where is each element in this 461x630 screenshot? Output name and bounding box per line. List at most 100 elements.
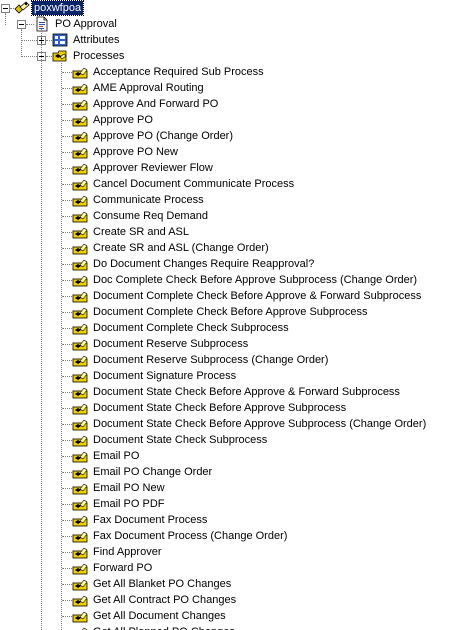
process-item[interactable]: Get All Document Changes	[0, 608, 461, 624]
process-item-label[interactable]: Do Document Changes Require Reapproval?	[91, 257, 316, 271]
process-item-label[interactable]: Document State Check Before Approve Subp…	[91, 417, 428, 431]
process-item-label[interactable]: Fax Document Process	[91, 513, 209, 527]
collapse-toggle-root[interactable]	[1, 4, 10, 13]
process-item[interactable]: Email PO New	[0, 480, 461, 496]
process-item[interactable]: Email PO Change Order	[0, 464, 461, 480]
tree-node-item-type[interactable]: PO Approval	[0, 16, 461, 32]
process-item[interactable]: AME Approval Routing	[0, 80, 461, 96]
tree-line-process-branch	[62, 584, 72, 585]
tree-node-processes[interactable]: Processes	[0, 48, 461, 64]
process-item[interactable]: Doc Complete Check Before Approve Subpro…	[0, 272, 461, 288]
tree-line-process-branch	[62, 360, 72, 361]
process-item-label[interactable]: Document Complete Check Subprocess	[91, 321, 291, 335]
process-item-label[interactable]: Acceptance Required Sub Process	[91, 65, 266, 79]
process-item-label[interactable]: Cancel Document Communicate Process	[91, 177, 296, 191]
process-item-label[interactable]: Create SR and ASL	[91, 225, 191, 239]
tree-node-attributes-label[interactable]: Attributes	[71, 33, 121, 47]
process-item[interactable]: Email PO PDF	[0, 496, 461, 512]
process-item-label[interactable]: Doc Complete Check Before Approve Subpro…	[91, 273, 419, 287]
process-icon	[72, 304, 88, 320]
process-item-label[interactable]: Approver Reviewer Flow	[91, 161, 215, 175]
process-item[interactable]: Document Complete Check Before Approve S…	[0, 304, 461, 320]
process-icon	[72, 96, 88, 112]
process-item-label[interactable]: Document Complete Check Before Approve S…	[91, 305, 370, 319]
tree-node-item-type-label[interactable]: PO Approval	[53, 17, 119, 31]
process-item-label[interactable]: Approve PO (Change Order)	[91, 129, 235, 143]
process-item[interactable]: Acceptance Required Sub Process	[0, 64, 461, 80]
process-item-label[interactable]: Get All Document Changes	[91, 609, 228, 623]
process-item-label[interactable]: Email PO	[91, 449, 141, 463]
process-item[interactable]: Create SR and ASL	[0, 224, 461, 240]
process-item-label[interactable]: Get All Contract PO Changes	[91, 593, 238, 607]
process-item[interactable]: Approver Reviewer Flow	[0, 160, 461, 176]
tree-line-process-branch	[62, 200, 72, 201]
process-item[interactable]: Document State Check Before Approve & Fo…	[0, 384, 461, 400]
process-item[interactable]: Fax Document Process (Change Order)	[0, 528, 461, 544]
process-item-label[interactable]: Create SR and ASL (Change Order)	[91, 241, 271, 255]
process-item-label[interactable]: Approve PO New	[91, 145, 180, 159]
tree-line-process-branch	[62, 472, 72, 473]
process-item-label[interactable]: Document Reserve Subprocess	[91, 337, 250, 351]
process-item[interactable]: Find Approver	[0, 544, 461, 560]
tree-node-processes-label[interactable]: Processes	[71, 49, 126, 63]
tree-line-process-branch	[62, 328, 72, 329]
process-item-label[interactable]: Get All Blanket PO Changes	[91, 577, 233, 591]
process-item[interactable]: Document Signature Process	[0, 368, 461, 384]
process-item-label[interactable]: Email PO PDF	[91, 497, 167, 511]
process-icon	[72, 384, 88, 400]
process-item[interactable]: Get All Planned PO Changes	[0, 624, 461, 630]
process-item-label[interactable]: Forward PO	[91, 561, 154, 575]
process-item[interactable]: Document Complete Check Subprocess	[0, 320, 461, 336]
process-item[interactable]: Document State Check Subprocess	[0, 432, 461, 448]
collapse-toggle-item-type[interactable]	[17, 20, 26, 29]
tree-line-process-branch	[62, 232, 72, 233]
process-item-label[interactable]: Find Approver	[91, 545, 163, 559]
process-item-label[interactable]: Consume Req Demand	[91, 209, 210, 223]
process-item-label[interactable]: Communicate Process	[91, 193, 206, 207]
process-item-label[interactable]: Approve And Forward PO	[91, 97, 220, 111]
process-item-label[interactable]: Document State Check Before Approve & Fo…	[91, 385, 402, 399]
process-item[interactable]: Consume Req Demand	[0, 208, 461, 224]
process-item[interactable]: Create SR and ASL (Change Order)	[0, 240, 461, 256]
process-item-label[interactable]: Fax Document Process (Change Order)	[91, 529, 289, 543]
process-icon	[72, 432, 88, 448]
process-item[interactable]: Approve PO (Change Order)	[0, 128, 461, 144]
process-item[interactable]: Document Reserve Subprocess	[0, 336, 461, 352]
process-item[interactable]: Get All Blanket PO Changes	[0, 576, 461, 592]
process-item-label[interactable]: Document Complete Check Before Approve &…	[91, 289, 423, 303]
tree-node-root-label[interactable]: poxwfpoa	[30, 0, 85, 16]
process-item[interactable]: Document State Check Before Approve Subp…	[0, 400, 461, 416]
process-icon	[72, 112, 88, 128]
process-item-label[interactable]: AME Approval Routing	[91, 81, 206, 95]
process-item[interactable]: Approve PO New	[0, 144, 461, 160]
process-item-label[interactable]: Document Reserve Subprocess (Change Orde…	[91, 353, 330, 367]
process-item[interactable]: Document Complete Check Before Approve &…	[0, 288, 461, 304]
process-item[interactable]: Approve PO	[0, 112, 461, 128]
process-item-label[interactable]: Document State Check Subprocess	[91, 433, 269, 447]
process-item-label[interactable]: Document Signature Process	[91, 369, 238, 383]
tree-node-root[interactable]: poxwfpoa	[0, 0, 461, 16]
process-item[interactable]: Approve And Forward PO	[0, 96, 461, 112]
process-item[interactable]: Document State Check Before Approve Subp…	[0, 416, 461, 432]
tree-line-process-branch	[62, 120, 72, 121]
process-item[interactable]: Forward PO	[0, 560, 461, 576]
process-item[interactable]: Fax Document Process	[0, 512, 461, 528]
process-item-label[interactable]: Approve PO	[91, 113, 155, 127]
tree-node-attributes[interactable]: Attributes	[0, 32, 461, 48]
workflow-tree-view[interactable]: poxwfpoa PO Approval Attributes Processe…	[0, 0, 461, 630]
process-item[interactable]: Cancel Document Communicate Process	[0, 176, 461, 192]
process-icon	[72, 400, 88, 416]
process-item-label[interactable]: Get All Planned PO Changes	[91, 625, 237, 630]
process-item-label[interactable]: Email PO Change Order	[91, 465, 214, 479]
process-icon	[72, 160, 88, 176]
process-item[interactable]: Document Reserve Subprocess (Change Orde…	[0, 352, 461, 368]
process-item[interactable]: Communicate Process	[0, 192, 461, 208]
tree-line-process-branch	[62, 616, 72, 617]
process-item[interactable]: Do Document Changes Require Reapproval?	[0, 256, 461, 272]
process-item[interactable]: Get All Contract PO Changes	[0, 592, 461, 608]
tree-line-attributes-branch	[22, 40, 37, 41]
process-item-label[interactable]: Document State Check Before Approve Subp…	[91, 401, 348, 415]
process-icon	[72, 576, 88, 592]
process-item-label[interactable]: Email PO New	[91, 481, 167, 495]
process-item[interactable]: Email PO	[0, 448, 461, 464]
